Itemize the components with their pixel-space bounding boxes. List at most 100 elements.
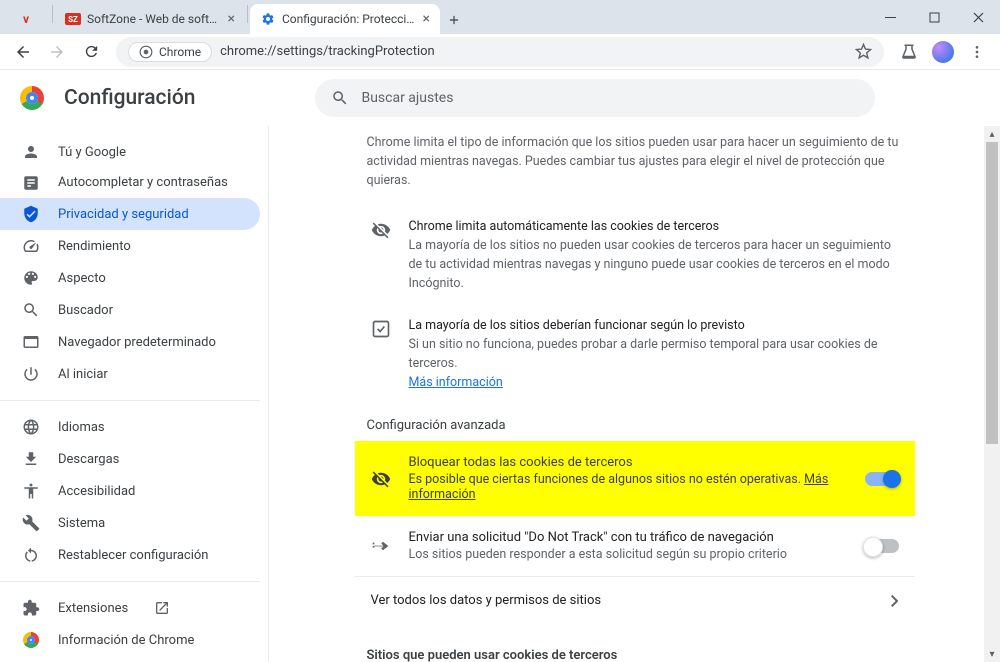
tab-pinned[interactable]: v <box>8 4 50 34</box>
toggle-block-all-cookies[interactable] <box>865 472 899 486</box>
sidebar-item-default-browser[interactable]: Navegador predeterminado <box>0 326 260 358</box>
row-block-all-cookies: Bloquear todas las cookies de terceros E… <box>355 441 915 516</box>
person-icon <box>22 143 40 161</box>
sidebar-item-privacy[interactable]: Privacidad y seguridad <box>0 198 260 230</box>
settings-sidebar: Tú y Google Autocompletar y contraseñas … <box>0 126 268 662</box>
sidebar-item-label: Tú y Google <box>58 145 126 160</box>
search-icon <box>331 89 349 107</box>
minimize-button[interactable] <box>868 0 912 34</box>
sidebar-item-system[interactable]: Sistema <box>0 507 260 539</box>
row-do-not-track: Enviar una solicitud "Do Not Track" con … <box>355 516 915 576</box>
search-placeholder: Buscar ajustes <box>361 90 453 106</box>
row-label: Ver todos los datos y permisos de sitios <box>371 593 602 608</box>
new-tab-button[interactable] <box>440 6 468 34</box>
sidebar-item-label: Restablecer configuración <box>58 548 208 563</box>
maximize-button[interactable] <box>912 0 956 34</box>
info-row-most-sites-work: La mayoría de los sitios deberían funcio… <box>355 305 915 404</box>
settings-header: Configuración Buscar ajustes <box>0 70 1000 126</box>
row-title: Chrome limita automáticamente las cookie… <box>409 218 899 237</box>
content-scroll[interactable]: Chrome limita el tipo de información que… <box>269 126 1000 662</box>
url-text: chrome://settings/trackingProtection <box>220 44 435 59</box>
sidebar-item-extensions[interactable]: Extensiones <box>0 592 260 624</box>
close-window-button[interactable] <box>956 0 1000 34</box>
globe-icon <box>22 418 40 436</box>
more-info-link[interactable]: Más información <box>409 375 503 390</box>
back-button[interactable] <box>8 37 38 67</box>
shield-icon <box>22 205 40 223</box>
settings-search[interactable]: Buscar ajustes <box>315 79 875 117</box>
sidebar-item-reset[interactable]: Restablecer configuración <box>0 539 260 571</box>
scroll-thumb[interactable] <box>986 142 998 444</box>
sidebar-item-label: Descargas <box>58 452 119 467</box>
reset-icon <box>22 546 40 564</box>
browser-toolbar: Chrome chrome://settings/trackingProtect… <box>0 34 1000 70</box>
labs-icon[interactable] <box>894 37 924 67</box>
forward-button[interactable] <box>42 37 72 67</box>
chip-label: Chrome <box>159 45 201 59</box>
eye-off-icon <box>371 469 391 489</box>
chrome-icon <box>22 632 40 648</box>
scrollbar[interactable]: ▴ ▾ <box>984 126 1000 662</box>
sidebar-item-you-google[interactable]: Tú y Google <box>0 136 260 168</box>
sidebar-item-autofill[interactable]: Autocompletar y contraseñas <box>0 168 260 198</box>
sidebar-item-performance[interactable]: Rendimiento <box>0 230 260 262</box>
sidebar-item-label: Aspecto <box>58 271 106 286</box>
sidebar-item-label: Privacidad y seguridad <box>58 207 189 222</box>
scroll-track[interactable] <box>984 142 1000 646</box>
sidebar-item-accessibility[interactable]: Accesibilidad <box>0 475 260 507</box>
sidebar-item-label: Buscador <box>58 303 113 318</box>
sidebar-item-label: Al iniciar <box>58 367 108 382</box>
main-area: Tú y Google Autocompletar y contraseñas … <box>0 126 1000 662</box>
toggle-do-not-track[interactable] <box>865 539 899 553</box>
close-icon[interactable]: × <box>228 11 235 27</box>
window-controls <box>868 0 1000 34</box>
sidebar-item-label: Rendimiento <box>58 239 131 254</box>
tab-softzone[interactable]: SZ SoftZone - Web de software de × <box>55 4 245 34</box>
sidebar-item-label: Idiomas <box>58 420 105 435</box>
external-link-icon <box>154 600 170 616</box>
row-title: Enviar una solicitud "Do Not Track" con … <box>409 530 847 545</box>
extension-icon <box>22 599 40 617</box>
tab-separator <box>247 5 248 23</box>
sidebar-item-on-startup[interactable]: Al iniciar <box>0 358 260 390</box>
page-title: Configuración <box>64 86 195 110</box>
row-all-site-data[interactable]: Ver todos los datos y permisos de sitios <box>355 577 915 624</box>
menu-icon[interactable] <box>962 37 992 67</box>
scroll-down-icon[interactable]: ▾ <box>984 646 1000 662</box>
info-row-cookies-limited: Chrome limita automáticamente las cookie… <box>355 206 915 305</box>
autofill-icon <box>22 174 40 192</box>
profile-avatar[interactable] <box>928 37 958 67</box>
sidebar-separator <box>0 400 260 401</box>
section-title-advanced: Configuración avanzada <box>355 404 915 441</box>
row-subtitle: Es posible que ciertas funciones de algu… <box>409 472 847 502</box>
sidebar-item-label: Accesibilidad <box>58 484 135 499</box>
address-bar[interactable]: Chrome chrome://settings/trackingProtect… <box>116 37 884 67</box>
reload-button[interactable] <box>76 37 106 67</box>
pinned-tab-icon: v <box>18 11 34 27</box>
sidebar-item-appearance[interactable]: Aspecto <box>0 262 260 294</box>
sidebar-item-label: Información de Chrome <box>58 633 194 648</box>
close-icon[interactable]: × <box>423 11 430 27</box>
tab-settings[interactable]: Configuración: Protección frent × <box>250 4 440 34</box>
sidebar-item-languages[interactable]: Idiomas <box>0 411 260 443</box>
sidebar-item-label: Autocompletar y contraseñas <box>58 175 228 191</box>
chrome-logo-icon <box>20 86 44 110</box>
section-title-sites: Sitios que pueden usar cookies de tercer… <box>355 624 915 662</box>
settings-favicon <box>260 11 276 27</box>
bookmark-icon[interactable] <box>855 43 872 60</box>
intro-text: Chrome limita el tipo de información que… <box>355 134 915 206</box>
sidebar-item-search[interactable]: Buscador <box>0 294 260 326</box>
sidebar-item-label: Navegador predeterminado <box>58 335 216 350</box>
wrench-icon <box>22 514 40 532</box>
scroll-up-icon[interactable]: ▴ <box>984 126 1000 142</box>
site-info-chip[interactable]: Chrome <box>128 42 212 62</box>
row-title: La mayoría de los sitios deberían funcio… <box>409 317 899 336</box>
sidebar-item-downloads[interactable]: Descargas <box>0 443 260 475</box>
browser-icon <box>22 333 40 351</box>
content-pane: Chrome limita el tipo de información que… <box>268 126 1000 662</box>
checkbox-icon <box>371 317 391 339</box>
sidebar-separator <box>0 581 260 582</box>
sidebar-item-about[interactable]: Información de Chrome <box>0 624 260 656</box>
row-subtitle: Los sitios pueden responder a esta solic… <box>409 547 847 562</box>
tab-label: SoftZone - Web de software de <box>87 12 222 26</box>
